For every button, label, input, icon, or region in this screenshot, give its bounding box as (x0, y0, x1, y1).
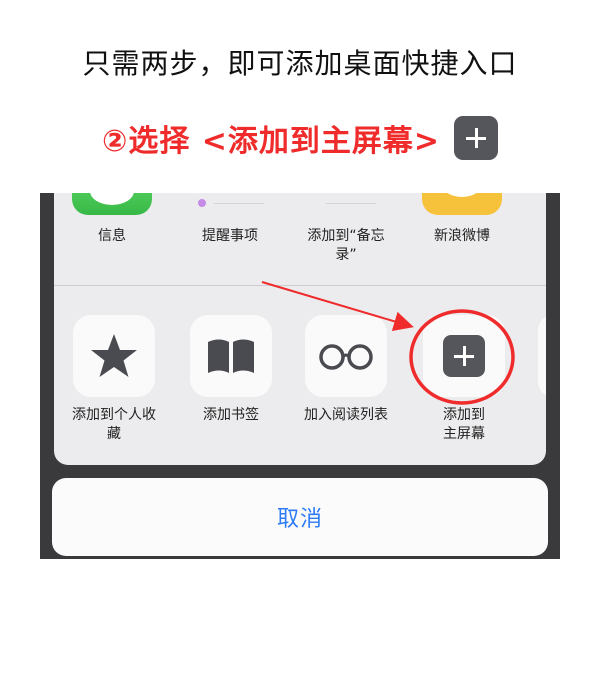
row-divider (54, 285, 546, 286)
app-label-weibo: 新浪微博 (434, 228, 490, 244)
reminders-icon[interactable] (198, 199, 206, 207)
glasses-icon (319, 344, 373, 370)
action-label-bookmark: 添加书签 (203, 407, 259, 423)
phone-screenshot: 信息 提醒事项 添加到“备忘 录” 新浪微博 添加到个人收 藏 添加书签 加入阅… (40, 193, 560, 559)
add-to-home-screen-button[interactable] (423, 315, 505, 397)
add-reading-list-button[interactable] (305, 315, 387, 397)
step-text: ②选择 <添加到主屏幕> (101, 124, 441, 159)
plus-icon (454, 116, 499, 160)
action-label-home-screen: 添加到 主屏幕 (443, 407, 485, 442)
share-sheet: 信息 提醒事项 添加到“备忘 录” 新浪微博 添加到个人收 藏 添加书签 加入阅… (54, 193, 546, 465)
messages-icon[interactable] (72, 193, 152, 215)
app-label-reminders: 提醒事项 (202, 228, 258, 244)
more-action-partial[interactable] (538, 315, 546, 397)
star-icon (91, 334, 137, 377)
weibo-icon[interactable] (422, 193, 502, 215)
add-to-favorites-button[interactable] (73, 315, 155, 397)
add-bookmark-button[interactable] (190, 315, 272, 397)
book-icon (208, 339, 254, 373)
cancel-button[interactable]: 取消 (52, 478, 548, 556)
action-label-favorites: 添加到个人收 藏 (72, 407, 156, 442)
app-label-messages: 信息 (98, 228, 126, 244)
plus-icon (443, 335, 485, 377)
step-instruction: ②选择 <添加到主屏幕> (0, 116, 600, 160)
app-label-notes: 添加到“备忘 录” (307, 228, 385, 263)
instruction-title: 只需两步，即可添加桌面快捷入口 (82, 47, 518, 80)
action-label-reading-list: 加入阅读列表 (304, 407, 388, 423)
